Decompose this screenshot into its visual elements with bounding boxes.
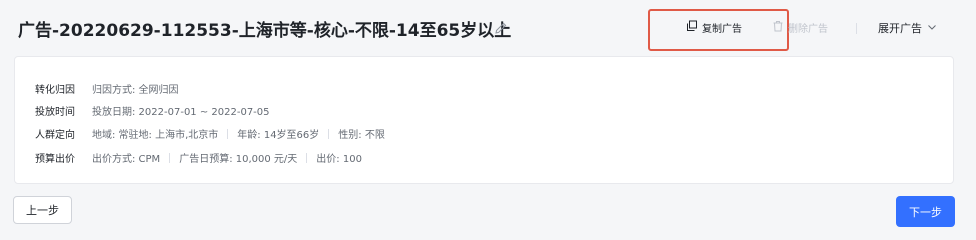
expand-ad-button[interactable]: 展开广告 bbox=[878, 20, 941, 36]
separator bbox=[227, 128, 229, 139]
ad-title: 广告-20220629-112553-上海市等-核心-不限-14至65岁以上 bbox=[18, 21, 512, 41]
chevron-down-icon bbox=[927, 22, 941, 35]
copy-ad-label: 复制广告 bbox=[702, 24, 742, 35]
delete-ad-button[interactable]: 删除广告 bbox=[772, 20, 828, 35]
budget-label: 预算出价 bbox=[35, 154, 75, 165]
summary-row-schedule: 投放时间 投放日期: 2022-07-01 ~ 2022-07-05 bbox=[35, 103, 270, 118]
separator bbox=[169, 152, 171, 163]
bid-amount: 出价: 100 bbox=[316, 154, 362, 165]
audience-age: 年龄: 14岁至66岁 bbox=[237, 130, 320, 141]
page-header: 广告-20220629-112553-上海市等-核心-不限-14至65岁以上 复… bbox=[0, 0, 976, 56]
expand-ad-label: 展开广告 bbox=[878, 22, 922, 35]
separator bbox=[306, 152, 308, 163]
header-divider bbox=[856, 23, 857, 34]
audience-gender: 性别: 不限 bbox=[338, 130, 385, 141]
audience-label: 人群定向 bbox=[35, 130, 75, 141]
attribution-label: 转化归因 bbox=[35, 85, 75, 96]
next-step-button[interactable]: 下一步 bbox=[896, 196, 955, 227]
pencil-icon[interactable] bbox=[494, 20, 510, 36]
copy-icon bbox=[686, 20, 702, 35]
schedule-value: 投放日期: 2022-07-01 ~ 2022-07-05 bbox=[92, 107, 270, 118]
trash-icon bbox=[772, 20, 788, 35]
daily-budget: 广告日预算: 10,000 元/天 bbox=[179, 154, 298, 165]
summary-row-audience: 人群定向 地域: 常驻地: 上海市,北京市 年龄: 14岁至66岁 性别: 不限 bbox=[35, 126, 385, 141]
audience-region: 地域: 常驻地: 上海市,北京市 bbox=[92, 130, 219, 141]
summary-row-attribution: 转化归因 归因方式: 全网归因 bbox=[35, 81, 179, 96]
copy-ad-button[interactable]: 复制广告 bbox=[686, 20, 742, 35]
delete-ad-label: 删除广告 bbox=[788, 24, 828, 35]
ad-summary-card: 转化归因 归因方式: 全网归因 投放时间 投放日期: 2022-07-01 ~ … bbox=[14, 56, 954, 184]
bid-method: 出价方式: CPM bbox=[92, 154, 161, 165]
prev-step-button[interactable]: 上一步 bbox=[13, 196, 72, 224]
schedule-label: 投放时间 bbox=[35, 107, 75, 118]
separator bbox=[328, 128, 330, 139]
attribution-value: 归因方式: 全网归因 bbox=[92, 85, 179, 96]
summary-row-budget: 预算出价 出价方式: CPM 广告日预算: 10,000 元/天 出价: 100 bbox=[35, 150, 362, 165]
